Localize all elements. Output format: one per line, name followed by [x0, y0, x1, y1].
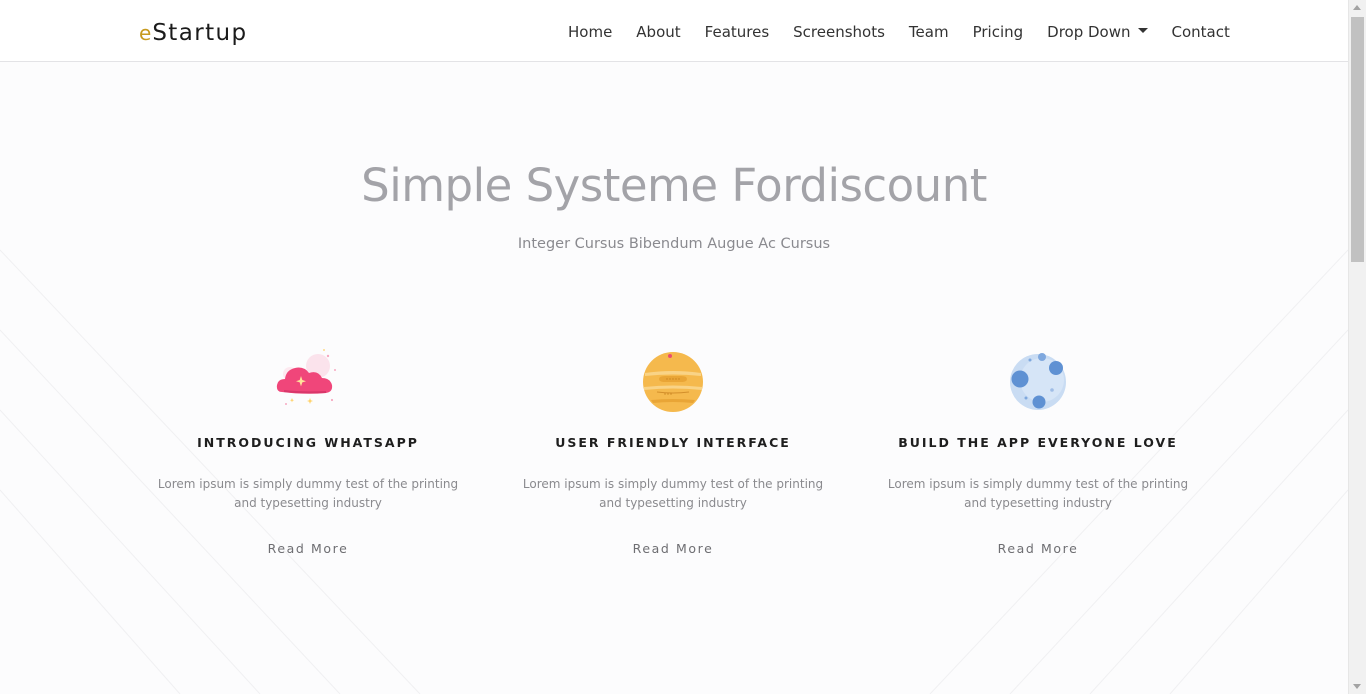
- nav-item-features[interactable]: Features: [693, 19, 782, 45]
- nav-item-label: Drop Down: [1047, 23, 1131, 41]
- nav-item-label: Team: [908, 23, 949, 41]
- feature-description: Lorem ipsum is simply dummy test of the …: [157, 477, 459, 510]
- read-more-link[interactable]: Read More: [268, 539, 349, 559]
- nav-item-label: Features: [704, 23, 770, 41]
- nav-item-screenshots[interactable]: Screenshots: [781, 19, 897, 45]
- brand-logo[interactable]: eStartup: [139, 16, 247, 50]
- feature-card: INTRODUCING WHATSAPP Lorem ipsum is simp…: [138, 346, 478, 559]
- brand-prefix: e: [139, 21, 152, 45]
- page: eStartup Home About Features Screenshots…: [0, 0, 1366, 694]
- blue-moon-icon: [1010, 353, 1066, 410]
- read-more-link[interactable]: Read More: [998, 539, 1079, 559]
- feature-card: USER FRIENDLY INTERFACE Lorem ipsum is s…: [503, 346, 843, 559]
- caret-down-icon: [1137, 28, 1148, 33]
- scroll-thumb[interactable]: [1351, 17, 1364, 262]
- nav-item-label: Contact: [1171, 23, 1230, 41]
- hero-title: Simple Systeme Fordiscount: [361, 159, 987, 212]
- nav-item-drop-down[interactable]: Drop Down: [1035, 19, 1159, 45]
- page-scrollbar[interactable]: [1348, 0, 1366, 694]
- feature-title: BUILD THE APP EVERYONE LOVE: [898, 435, 1178, 450]
- feature-title: USER FRIENDLY INTERFACE: [555, 435, 791, 450]
- pink-cloud-icon: [276, 349, 336, 405]
- nav-item-label: Pricing: [972, 23, 1024, 41]
- feature-description: Lorem ipsum is simply dummy test of the …: [887, 477, 1189, 510]
- orange-planet-icon: [643, 352, 703, 412]
- scroll-up-arrow-icon[interactable]: [1353, 5, 1361, 10]
- hero-subtitle: Integer Cursus Bibendum Augue Ac Cursus: [517, 236, 831, 252]
- nav-item-home[interactable]: Home: [556, 19, 624, 45]
- nav-item-label: Screenshots: [793, 23, 885, 41]
- nav-menu: Home About Features Screenshots Team Pri…: [556, 19, 1242, 45]
- nav-item-label: Home: [568, 23, 613, 41]
- nav-item-about[interactable]: About: [624, 19, 692, 45]
- nav-item-pricing[interactable]: Pricing: [961, 19, 1036, 45]
- nav-item-contact[interactable]: Contact: [1160, 19, 1242, 45]
- scroll-down-arrow-icon[interactable]: [1353, 684, 1361, 689]
- feature-description: Lorem ipsum is simply dummy test of the …: [522, 477, 824, 510]
- brand-name: Startup: [152, 20, 248, 46]
- feature-title: INTRODUCING WHATSAPP: [197, 435, 419, 450]
- navbar: eStartup Home About Features Screenshots…: [0, 0, 1348, 62]
- nav-item-team[interactable]: Team: [897, 19, 961, 45]
- feature-card: BUILD THE APP EVERYONE LOVE Lorem ipsum …: [868, 346, 1208, 559]
- nav-item-label: About: [636, 23, 681, 41]
- read-more-link[interactable]: Read More: [633, 539, 714, 559]
